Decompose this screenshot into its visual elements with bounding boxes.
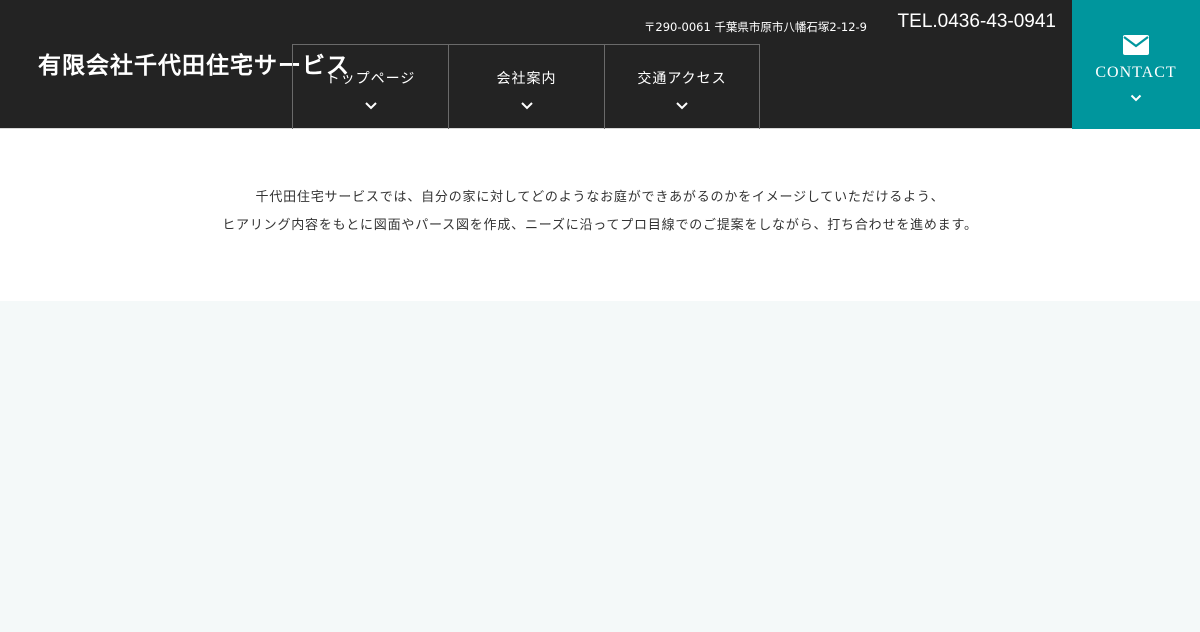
intro-text-line-1: 千代田住宅サービスでは、自分の家に対してどのようなお庭ができあがるのかをイメージ… xyxy=(255,190,945,205)
mail-icon xyxy=(1123,35,1149,55)
nav-item-access[interactable]: 交通アクセス xyxy=(604,45,760,129)
intro-section: 千代田住宅サービスでは、自分の家に対してどのようなお庭ができあがるのかをイメージ… xyxy=(0,129,1200,301)
global-nav: トップページ 会社案内 交通アクセス xyxy=(292,44,760,129)
contact-button[interactable]: CONTACT xyxy=(1072,0,1200,129)
intro-text-line-2: ヒアリング内容をもとに図面やパース図を作成、ニーズに沿ってプロ目線でのご提案をし… xyxy=(222,218,978,233)
content-section xyxy=(0,301,1200,632)
chevron-down-icon xyxy=(605,96,759,112)
chevron-down-icon xyxy=(449,96,604,112)
nav-item-label: トップページ xyxy=(325,71,416,87)
site-header: 有限会社千代田住宅サービス 〒290-0061 千葉県市原市八幡石塚2-12-9… xyxy=(0,0,1200,129)
chevron-down-icon xyxy=(1072,88,1200,102)
contact-label: CONTACT xyxy=(1095,64,1177,81)
nav-item-top[interactable]: トップページ xyxy=(292,45,448,129)
chevron-down-icon xyxy=(293,96,448,112)
nav-item-label: 会社案内 xyxy=(496,71,557,87)
company-address: 〒290-0061 千葉県市原市八幡石塚2-12-9 xyxy=(643,20,867,34)
nav-item-label: 交通アクセス xyxy=(637,71,727,87)
company-tel[interactable]: TEL.0436-43-0941 xyxy=(898,11,1056,33)
nav-item-company[interactable]: 会社案内 xyxy=(448,45,604,129)
